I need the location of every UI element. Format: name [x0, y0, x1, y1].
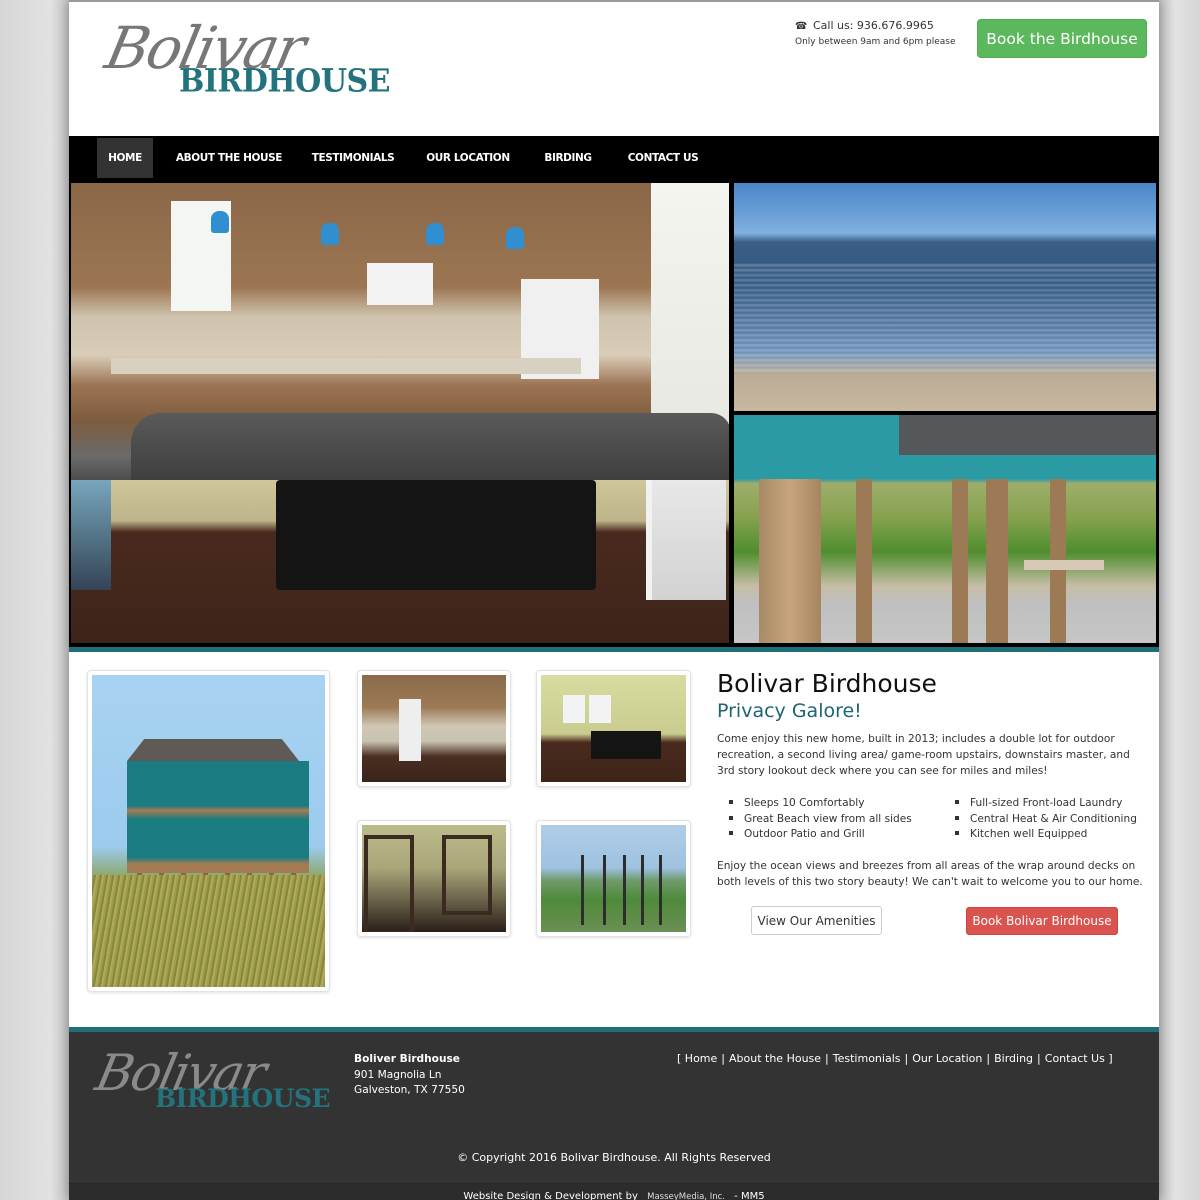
about-outro: Enjoy the ocean views and breezes from a…: [717, 860, 1143, 888]
hero-beach-photo: [734, 183, 1156, 411]
logo-word-text: BIRDHOUSE: [179, 63, 391, 100]
credit-bar: Website Design & Development by MasseyMe…: [69, 1181, 1159, 1200]
credit-prefix: Website Design & Development by: [463, 1191, 638, 1200]
copyright: © Copyright 2016 Bolivar Birdhouse. All …: [457, 1151, 771, 1164]
nav-contact-us[interactable]: CONTACT US: [617, 138, 709, 178]
separator: |: [904, 1052, 909, 1065]
features-list-right: Full-sized Front-load Laundry Central He…: [955, 796, 1137, 843]
book-the-birdhouse-button[interactable]: Book the Birdhouse: [977, 19, 1147, 58]
house-exterior-photo: [92, 675, 325, 987]
view-amenities-button[interactable]: View Our Amenities: [751, 906, 882, 935]
call-label: Call us: 936.676.9965: [812, 19, 934, 32]
hero-kitchen-photo: [71, 183, 729, 480]
feature-item: Outdoor Patio and Grill: [729, 827, 912, 843]
footer-link-birding[interactable]: Birding: [994, 1052, 1033, 1065]
footer-link-testimonials[interactable]: Testimonials: [833, 1052, 901, 1065]
hero-collage: [69, 180, 1159, 652]
footer-links-open-bracket: [: [677, 1052, 682, 1065]
nav-testimonials[interactable]: TESTIMONIALS: [305, 138, 401, 178]
main-nav: HOME ABOUT THE HOUSE TESTIMONIALS OUR LO…: [69, 136, 1159, 180]
about-subtitle: Privacy Galore!: [717, 700, 862, 722]
footer-logo-word-text: BIRDHOUSE: [155, 1084, 331, 1113]
credit-text: Website Design & Development by MasseyMe…: [69, 1191, 1159, 1200]
about-intro: Come enjoy this new home, built in 2013;…: [717, 733, 1130, 777]
street-view-thumb-photo: [541, 825, 686, 932]
footer-logo[interactable]: Bolivar BIRDHOUSE: [91, 1044, 331, 1120]
footer-link-home[interactable]: Home: [685, 1052, 717, 1065]
kitchen-thumb-photo: [362, 675, 506, 782]
separator: |: [825, 1052, 829, 1065]
separator: |: [986, 1052, 991, 1065]
gallery-bunk-room[interactable]: [357, 820, 511, 937]
feature-item: Sleeps 10 Comfortably: [729, 796, 912, 812]
separator: |: [721, 1052, 725, 1065]
site-logo[interactable]: Bolivar BIRDHOUSE: [100, 14, 391, 110]
nav-about-the-house[interactable]: ABOUT THE HOUSE: [169, 138, 289, 178]
credit-suffix: - MM5: [734, 1191, 765, 1200]
separator: |: [1037, 1052, 1041, 1065]
gallery-living-room[interactable]: [536, 670, 691, 787]
feature-item: Great Beach view from all sides: [729, 812, 912, 828]
footer-street: 901 Magnolia Ln: [354, 1068, 442, 1081]
credit-company-link[interactable]: MasseyMedia, Inc.: [647, 1192, 725, 1200]
gallery-street-view[interactable]: [536, 820, 691, 937]
bunk-room-thumb-photo: [362, 825, 506, 932]
feature-item: Central Heat & Air Conditioning: [955, 812, 1137, 828]
page: Bolivar BIRDHOUSE ☎ Call us: 936.676.996…: [69, 0, 1159, 1200]
nav-birding[interactable]: BIRDING: [535, 138, 601, 178]
about-title: Bolivar Birdhouse: [717, 669, 937, 698]
footer: Bolivar BIRDHOUSE Boliver Birdhouse 901 …: [69, 1027, 1159, 1200]
footer-link-about-the-house[interactable]: About the House: [729, 1052, 821, 1065]
book-bolivar-birdhouse-button[interactable]: Book Bolivar Birdhouse: [966, 907, 1118, 935]
nav-home[interactable]: HOME: [97, 138, 153, 178]
gallery-house-exterior[interactable]: [87, 670, 330, 992]
footer-business-name: Boliver Birdhouse: [354, 1053, 460, 1065]
hero-living-room-photo: [71, 480, 729, 643]
footer-links-close-bracket: ]: [1108, 1052, 1113, 1065]
phone-icon: ☎: [795, 21, 808, 32]
gallery-kitchen[interactable]: [357, 670, 511, 787]
features-list-left: Sleeps 10 Comfortably Great Beach view f…: [729, 796, 912, 843]
living-room-thumb-photo: [541, 675, 686, 782]
footer-links: [ Home | About the House | Testimonials | Our …: [677, 1052, 1113, 1065]
call-hours: Only between 9am and 6pm please: [795, 37, 956, 47]
footer-city: Galveston, TX 77550: [354, 1084, 465, 1096]
nav-our-location[interactable]: OUR LOCATION: [417, 138, 519, 178]
hero-patio-photo: [734, 415, 1156, 643]
call-info: ☎ Call us: 936.676.9965: [795, 19, 934, 32]
footer-link-contact-us[interactable]: Contact Us: [1045, 1052, 1105, 1065]
footer-link-our-location[interactable]: Our Location: [912, 1052, 982, 1065]
feature-item: Full-sized Front-load Laundry: [955, 796, 1137, 812]
feature-item: Kitchen well Equipped: [955, 827, 1137, 843]
footer-address: Boliver Birdhouse 901 Magnolia Ln Galves…: [354, 1052, 465, 1099]
